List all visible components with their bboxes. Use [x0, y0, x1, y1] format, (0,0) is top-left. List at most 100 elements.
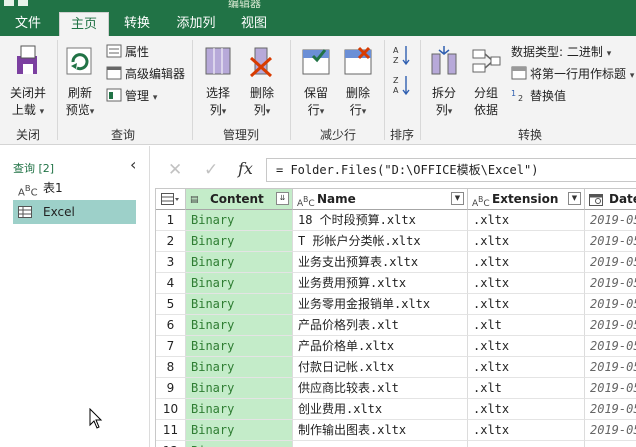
- split-column-icon: [431, 46, 457, 75]
- cell-name: 业务零用金报销单.xltx: [293, 294, 468, 315]
- fx-icon[interactable]: fx: [238, 159, 253, 178]
- svg-text:A: A: [393, 46, 399, 55]
- group-by-button[interactable]: 分组 依据: [466, 44, 506, 119]
- column-header-name[interactable]: ABC Name ▼: [293, 189, 468, 210]
- column-header-content[interactable]: ▤ Content ⇊: [186, 189, 293, 210]
- close-and-load-icon: [17, 45, 37, 74]
- group-divider: [57, 40, 58, 140]
- keep-rows-icon: [302, 49, 330, 75]
- collapse-pane-icon[interactable]: ‹: [130, 155, 136, 174]
- cell-content[interactable]: Binary: [186, 441, 293, 447]
- cell-date: 2019-05: [585, 315, 636, 336]
- row-number: 8: [156, 357, 186, 378]
- choose-columns-icon: [205, 47, 231, 75]
- cell-content[interactable]: Binary: [186, 336, 293, 357]
- svg-text:Z: Z: [393, 56, 399, 65]
- calendar-icon: [589, 194, 603, 206]
- group-label-manage-columns: 管理列: [222, 128, 259, 142]
- expand-binary-icon[interactable]: ⇊: [276, 192, 289, 205]
- cell-content[interactable]: Binary: [186, 399, 293, 420]
- confirm-icon[interactable]: ✓: [204, 160, 218, 180]
- svg-text:Z: Z: [393, 76, 399, 85]
- advanced-editor-button[interactable]: 高级编辑器: [106, 66, 185, 82]
- refresh-preview-button[interactable]: 刷新 预览▾: [60, 44, 100, 121]
- remove-columns-button[interactable]: 删除 列▾: [242, 44, 282, 121]
- table-row[interactable]: 11 Binary 制作输出图表.xltx .xltx 2019-05: [156, 420, 636, 441]
- group-divider: [384, 40, 385, 140]
- cancel-icon[interactable]: ✕: [168, 160, 182, 180]
- group-label-close: 关闭: [15, 128, 40, 142]
- tab-home[interactable]: 主页: [59, 12, 109, 36]
- replace-values-button[interactable]: 1 2 替换值: [511, 88, 566, 104]
- group-divider: [192, 40, 193, 140]
- sort-descending-icon: Z A: [393, 76, 410, 96]
- group-label-reduce-rows: 减少行: [319, 128, 356, 142]
- column-header-extension[interactable]: ABC Extension ▼: [468, 189, 585, 210]
- save-icon[interactable]: [18, 0, 28, 6]
- cell-content[interactable]: Binary: [186, 294, 293, 315]
- cell-content[interactable]: Binary: [186, 420, 293, 441]
- split-column-button[interactable]: 拆分 列▾: [424, 44, 464, 121]
- filter-dropdown-icon[interactable]: ▼: [568, 192, 581, 205]
- row-number: 12: [156, 441, 186, 447]
- use-first-row-as-headers-button[interactable]: 将第一行用作标题 ▾: [511, 66, 634, 84]
- cell-date: 2019-05: [585, 378, 636, 399]
- query-item-table1[interactable]: ABC 表1: [13, 176, 136, 200]
- tab-file[interactable]: 文件: [0, 12, 56, 36]
- dropdown-caret-icon: ▾: [221, 107, 227, 117]
- table-row[interactable]: 9 Binary 供应商比较表.xlt .xlt 2019-05: [156, 378, 636, 399]
- tab-add-column[interactable]: 添加列: [167, 12, 225, 36]
- query-item-excel[interactable]: Excel: [13, 200, 136, 224]
- manage-button[interactable]: 管理 ▾: [106, 88, 157, 106]
- cell-extension: .xltx: [468, 231, 585, 252]
- data-type-dropdown[interactable]: 数据类型: 二进制 ▾: [511, 44, 611, 62]
- sort-ascending-button[interactable]: A Z: [393, 44, 411, 66]
- keep-rows-button[interactable]: 保留 行▾: [296, 44, 336, 121]
- excel-icon: [4, 0, 14, 6]
- cell-extension: .xlt: [468, 378, 585, 399]
- properties-icon: [106, 44, 122, 58]
- table-row[interactable]: 3 Binary 业务支出预算表.xltx .xltx 2019-05: [156, 252, 636, 273]
- close-and-load-button[interactable]: 关闭并 上载 ▾: [4, 44, 52, 121]
- cell-content[interactable]: Binary: [186, 378, 293, 399]
- cell-content[interactable]: Binary: [186, 210, 293, 231]
- dropdown-caret-icon: ▾: [265, 107, 271, 117]
- table-row[interactable]: 10 Binary 创业费用.xltx .xltx 2019-05: [156, 399, 636, 420]
- tab-transform[interactable]: 转换: [114, 12, 160, 36]
- table-menu-button[interactable]: [156, 189, 186, 210]
- queries-header[interactable]: 查询 [2]: [13, 160, 54, 176]
- table-row[interactable]: 7 Binary 产品价格单.xltx .xltx 2019-05: [156, 336, 636, 357]
- cell-date: 2019-05: [585, 294, 636, 315]
- cell-content[interactable]: Binary: [186, 273, 293, 294]
- cell-content[interactable]: Binary: [186, 357, 293, 378]
- sort-descending-button[interactable]: Z A: [393, 74, 411, 96]
- table-row[interactable]: 12Binary: [156, 441, 636, 447]
- cell-name: [293, 441, 468, 447]
- table-row[interactable]: 4 Binary 业务费用预算.xltx .xltx 2019-05: [156, 273, 636, 294]
- tab-view[interactable]: 视图: [232, 12, 276, 36]
- cell-name: 创业费用.xltx: [293, 399, 468, 420]
- properties-button[interactable]: 属性: [106, 44, 149, 60]
- filter-dropdown-icon[interactable]: ▼: [451, 192, 464, 205]
- refresh-icon: [66, 47, 92, 75]
- row-number: 11: [156, 420, 186, 441]
- cell-content[interactable]: Binary: [186, 252, 293, 273]
- group-divider: [420, 40, 421, 140]
- choose-columns-button[interactable]: 选择 列▾: [198, 44, 238, 121]
- row-number: 2: [156, 231, 186, 252]
- dropdown-caret-icon: ▾: [361, 107, 367, 117]
- table-row[interactable]: 6 Binary 产品价格列表.xlt .xlt 2019-05: [156, 315, 636, 336]
- row-number: 7: [156, 336, 186, 357]
- table-row[interactable]: 5 Binary 业务零用金报销单.xltx .xltx 2019-05: [156, 294, 636, 315]
- column-header-date[interactable]: Date: [585, 189, 636, 210]
- remove-rows-button[interactable]: 删除 行▾: [338, 44, 378, 121]
- data-grid: ▤ Content ⇊ ABC Name ▼ ABC Extension ▼ D…: [155, 188, 636, 447]
- formula-input[interactable]: = Folder.Files("D:\OFFICE模板\Excel"): [266, 158, 636, 182]
- table-row[interactable]: 2 Binary T 形帐户分类帐.xltx .xltx 2019-05: [156, 231, 636, 252]
- table-row[interactable]: 1 Binary 18 个时段预算.xltx .xltx 2019-05: [156, 210, 636, 231]
- cell-content[interactable]: Binary: [186, 231, 293, 252]
- row-number: 1: [156, 210, 186, 231]
- cell-date: 2019-05: [585, 252, 636, 273]
- table-row[interactable]: 8 Binary 付款日记帐.xltx .xltx 2019-05: [156, 357, 636, 378]
- cell-content[interactable]: Binary: [186, 315, 293, 336]
